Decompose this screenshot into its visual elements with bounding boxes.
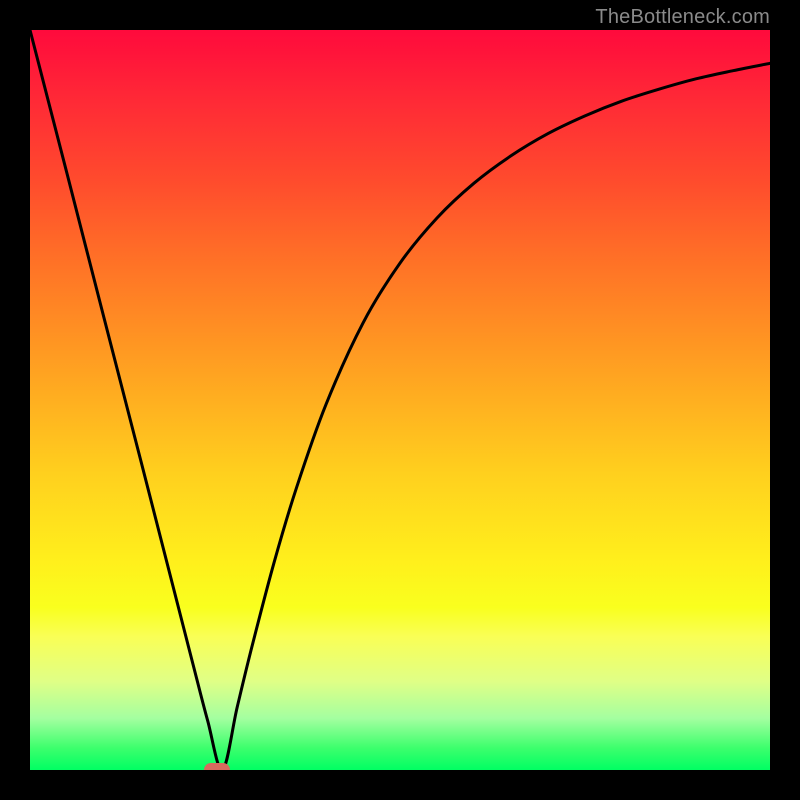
chart-frame: TheBottleneck.com [0, 0, 800, 800]
minimum-marker [204, 763, 230, 770]
attribution-text: TheBottleneck.com [595, 6, 770, 29]
plot-area [30, 30, 770, 770]
bottleneck-curve-path [30, 30, 770, 770]
curve-layer [30, 30, 770, 770]
